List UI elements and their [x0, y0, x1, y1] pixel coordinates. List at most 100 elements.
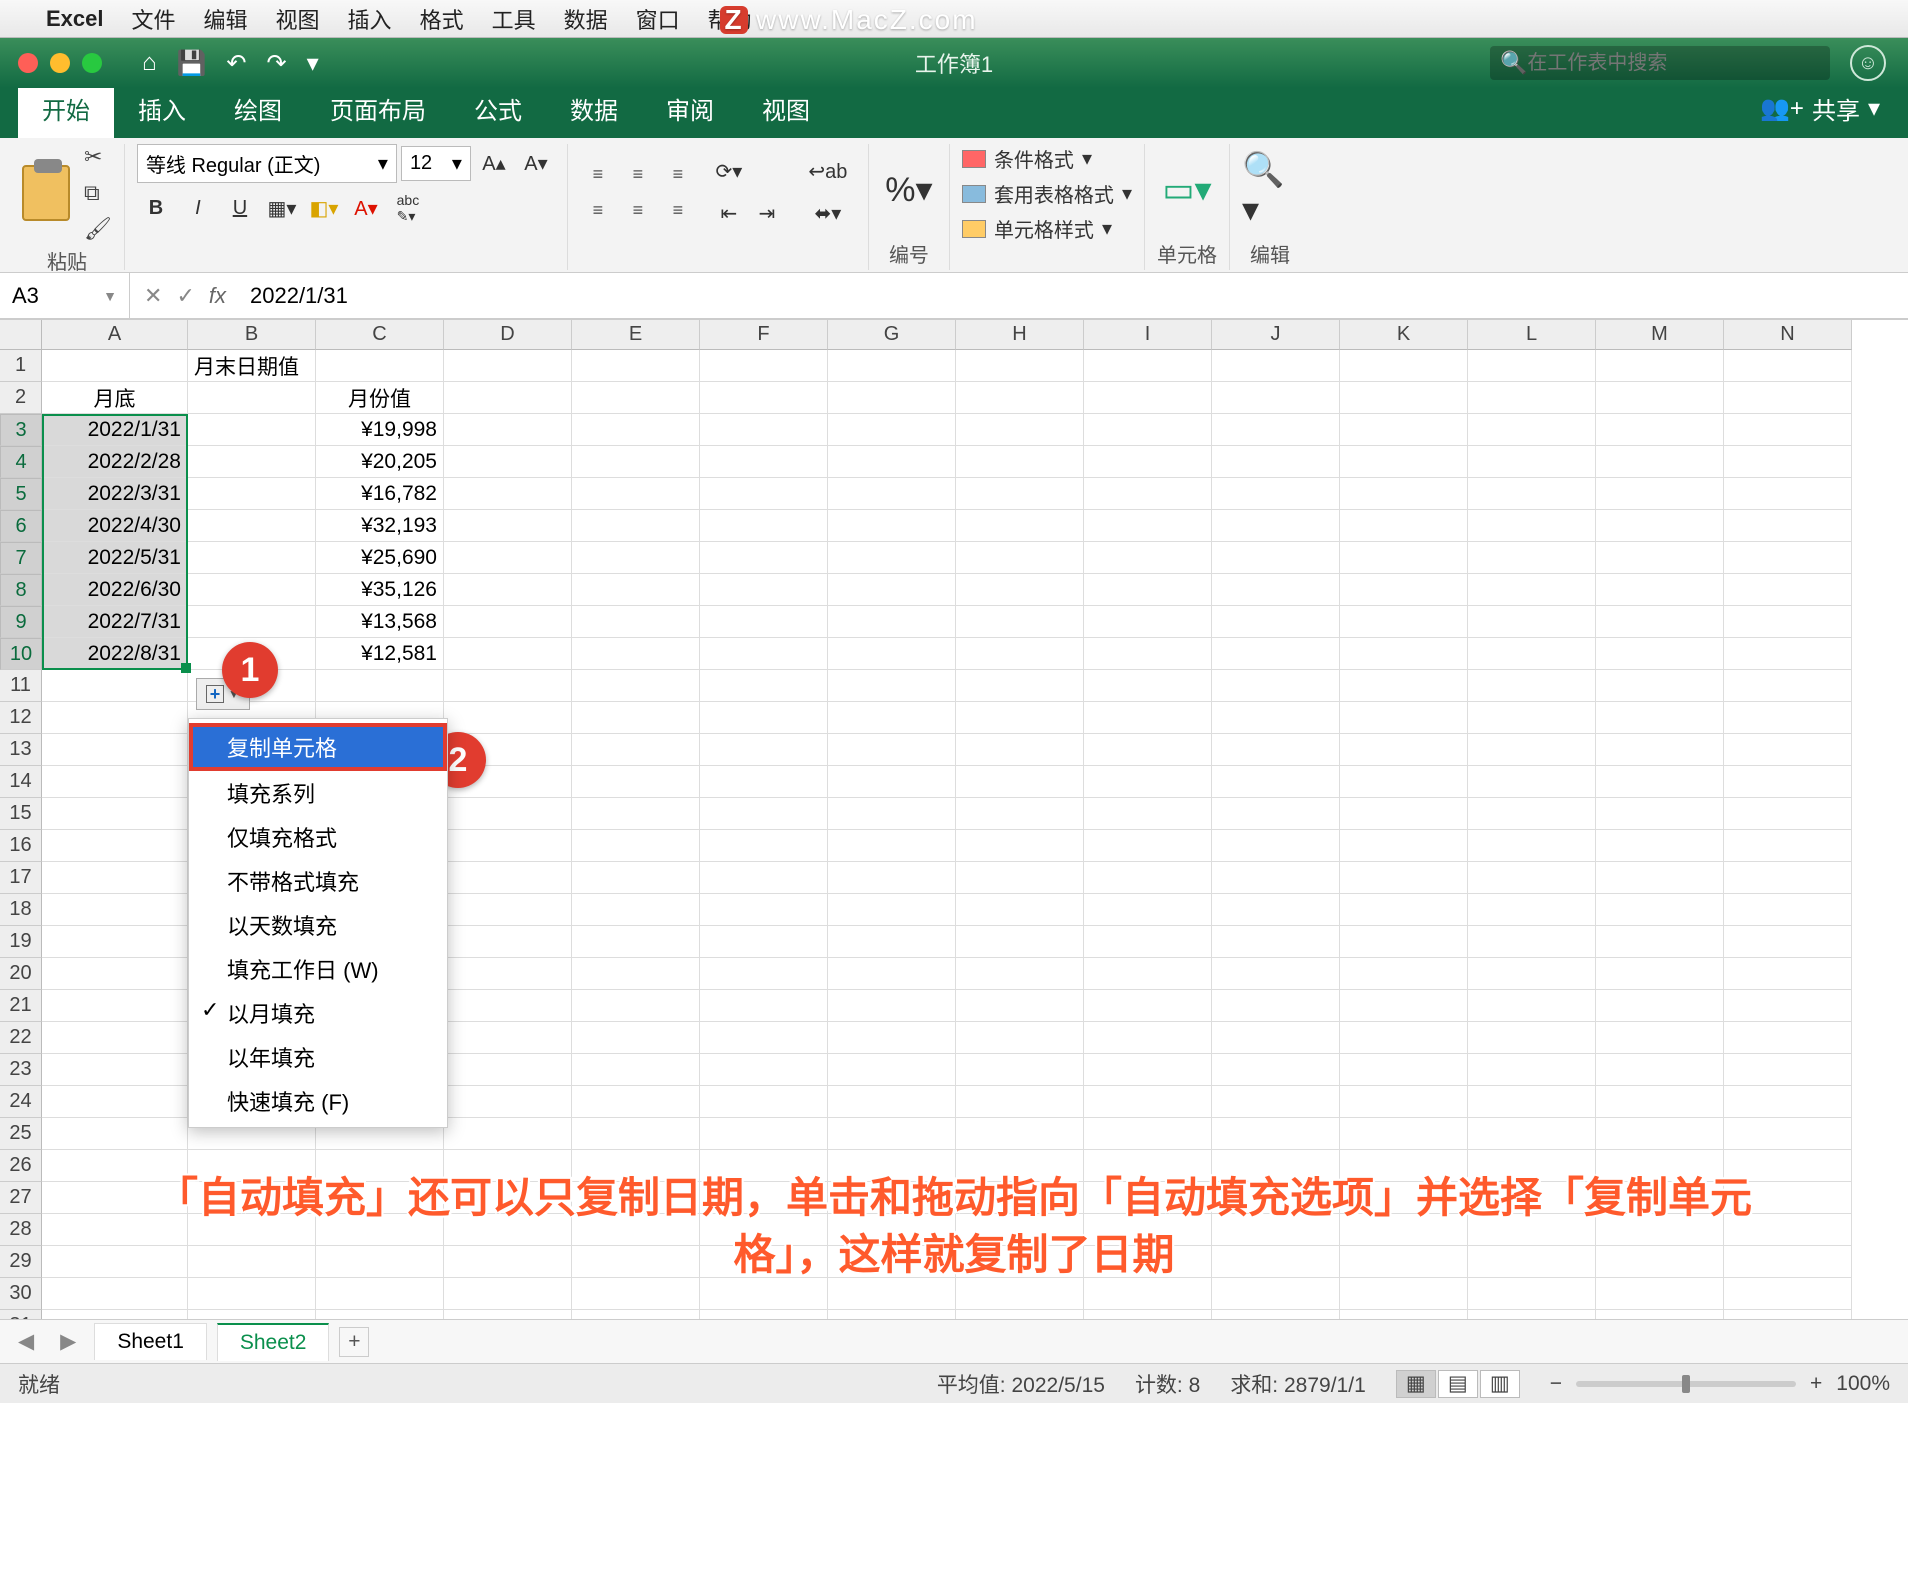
autofill-menu-fill-without-format[interactable]: 不带格式填充 [189, 859, 447, 903]
row-header-7[interactable]: 7 [0, 542, 42, 574]
menu-edit[interactable]: 编辑 [204, 3, 248, 35]
row-header-23[interactable]: 23 [0, 1054, 42, 1086]
font-name-select[interactable]: 等线 Regular (正文)▾ [137, 144, 397, 183]
zoom-slider[interactable] [1576, 1381, 1796, 1387]
autofill-menu-fill-weekdays[interactable]: 填充工作日 (W) [189, 947, 447, 991]
italic-button[interactable]: I [179, 191, 217, 225]
row-header-6[interactable]: 6 [0, 510, 42, 542]
row-header-31[interactable]: 31 [0, 1310, 42, 1319]
phonetic-button[interactable]: abc✎▾ [389, 191, 427, 225]
align-middle-button[interactable]: ≡ [620, 159, 656, 191]
row-header-14[interactable]: 14 [0, 766, 42, 798]
wrap-text-button[interactable]: ↩ab [800, 155, 856, 189]
add-sheet-button[interactable]: + [339, 1327, 369, 1357]
tab-review[interactable]: 审阅 [642, 81, 738, 138]
view-pagelayout-icon[interactable]: ▤ [1438, 1370, 1478, 1398]
autofill-menu-fill-days[interactable]: 以天数填充 [189, 903, 447, 947]
column-header-C[interactable]: C [316, 320, 444, 350]
font-color-button[interactable]: A▾ [347, 191, 385, 225]
row-header-8[interactable]: 8 [0, 574, 42, 606]
row-header-16[interactable]: 16 [0, 830, 42, 862]
column-header-G[interactable]: G [828, 320, 956, 350]
row-header-15[interactable]: 15 [0, 798, 42, 830]
share-button[interactable]: 👥+ 共享 ▾ [1750, 91, 1890, 138]
column-header-A[interactable]: A [42, 320, 188, 350]
row-header-4[interactable]: 4 [0, 446, 42, 478]
align-top-button[interactable]: ≡ [580, 159, 616, 191]
underline-button[interactable]: U [221, 191, 259, 225]
row-header-12[interactable]: 12 [0, 702, 42, 734]
spreadsheet-grid[interactable]: ABCDEFGHIJKLMN 1234567891011121314151617… [0, 319, 1908, 1319]
zoom-icon[interactable] [82, 53, 102, 73]
row-header-20[interactable]: 20 [0, 958, 42, 990]
menu-window[interactable]: 窗口 [636, 3, 680, 35]
row-header-21[interactable]: 21 [0, 990, 42, 1022]
row-header-1[interactable]: 1 [0, 350, 42, 382]
menu-data[interactable]: 数据 [564, 3, 608, 35]
copy-icon[interactable]: ⧉ [84, 180, 112, 206]
home-icon[interactable]: ⌂ [142, 49, 157, 77]
autofill-menu-fill-series[interactable]: 填充系列 [189, 771, 447, 815]
tab-insert[interactable]: 插入 [114, 81, 210, 138]
tab-home[interactable]: 开始 [18, 81, 114, 138]
cancel-formula-icon[interactable]: ✕ [144, 283, 162, 309]
row-header-5[interactable]: 5 [0, 478, 42, 510]
search-input[interactable] [1527, 52, 1820, 75]
orientation-button[interactable]: ⟳▾ [710, 155, 748, 189]
row-header-11[interactable]: 11 [0, 670, 42, 702]
formula-input[interactable]: 2022/1/31 [240, 283, 1908, 309]
autofill-menu-copy-cells[interactable]: 复制单元格 [189, 723, 447, 771]
column-header-K[interactable]: K [1340, 320, 1468, 350]
column-header-L[interactable]: L [1468, 320, 1596, 350]
zoom-out-button[interactable]: − [1550, 1372, 1562, 1396]
shrink-font-button[interactable]: A▾ [517, 147, 555, 181]
find-icon[interactable]: 🔍▾ [1242, 166, 1298, 214]
select-all-corner[interactable] [0, 320, 42, 350]
column-headers[interactable]: ABCDEFGHIJKLMN [42, 320, 1852, 350]
view-pagebreak-icon[interactable]: ▥ [1480, 1370, 1520, 1398]
column-header-E[interactable]: E [572, 320, 700, 350]
row-header-24[interactable]: 24 [0, 1086, 42, 1118]
merge-button[interactable]: ⬌▾ [800, 197, 856, 231]
row-header-10[interactable]: 10 [0, 638, 42, 670]
autofill-menu-flash-fill[interactable]: 快速填充 (F) [189, 1079, 447, 1123]
percent-icon[interactable]: %▾ [881, 166, 937, 214]
column-header-H[interactable]: H [956, 320, 1084, 350]
align-center-button[interactable]: ≡ [620, 195, 656, 227]
menu-format[interactable]: 格式 [420, 3, 464, 35]
sheet-tab-1[interactable]: Sheet1 [94, 1323, 207, 1360]
row-header-3[interactable]: 3 [0, 414, 42, 446]
fill-color-button[interactable]: ◧▾ [305, 191, 343, 225]
tab-formulas[interactable]: 公式 [450, 81, 546, 138]
autofill-menu-fill-format-only[interactable]: 仅填充格式 [189, 815, 447, 859]
sheet-nav-prev[interactable]: ◀ [10, 1329, 42, 1354]
cells-icon[interactable]: ▭▾ [1159, 166, 1215, 214]
view-normal-icon[interactable]: ▦ [1396, 1370, 1436, 1398]
increase-indent-button[interactable]: ⇥ [748, 197, 786, 231]
menu-file[interactable]: 文件 [132, 3, 176, 35]
zoom-control[interactable]: − + 100% [1550, 1372, 1890, 1396]
zoom-in-button[interactable]: + [1810, 1372, 1822, 1396]
format-painter-icon[interactable]: 🖌 [84, 216, 112, 242]
column-header-F[interactable]: F [700, 320, 828, 350]
undo-icon[interactable]: ↶ [226, 49, 246, 78]
row-header-22[interactable]: 22 [0, 1022, 42, 1054]
row-header-18[interactable]: 18 [0, 894, 42, 926]
redo-icon[interactable]: ↷ [267, 49, 287, 78]
column-header-D[interactable]: D [444, 320, 572, 350]
minimize-icon[interactable] [50, 53, 70, 73]
column-header-N[interactable]: N [1724, 320, 1852, 350]
menu-view[interactable]: 视图 [276, 3, 320, 35]
row-header-25[interactable]: 25 [0, 1118, 42, 1150]
align-bottom-button[interactable]: ≡ [660, 159, 696, 191]
font-size-select[interactable]: 12▾ [401, 146, 471, 181]
tab-data[interactable]: 数据 [546, 81, 642, 138]
decrease-indent-button[interactable]: ⇤ [710, 197, 748, 231]
row-header-2[interactable]: 2 [0, 382, 42, 414]
border-button[interactable]: ▦▾ [263, 191, 301, 225]
autofill-menu-fill-years[interactable]: 以年填充 [189, 1035, 447, 1079]
align-right-button[interactable]: ≡ [660, 195, 696, 227]
row-header-13[interactable]: 13 [0, 734, 42, 766]
row-header-19[interactable]: 19 [0, 926, 42, 958]
sheet-search[interactable]: 🔍 [1490, 46, 1830, 80]
